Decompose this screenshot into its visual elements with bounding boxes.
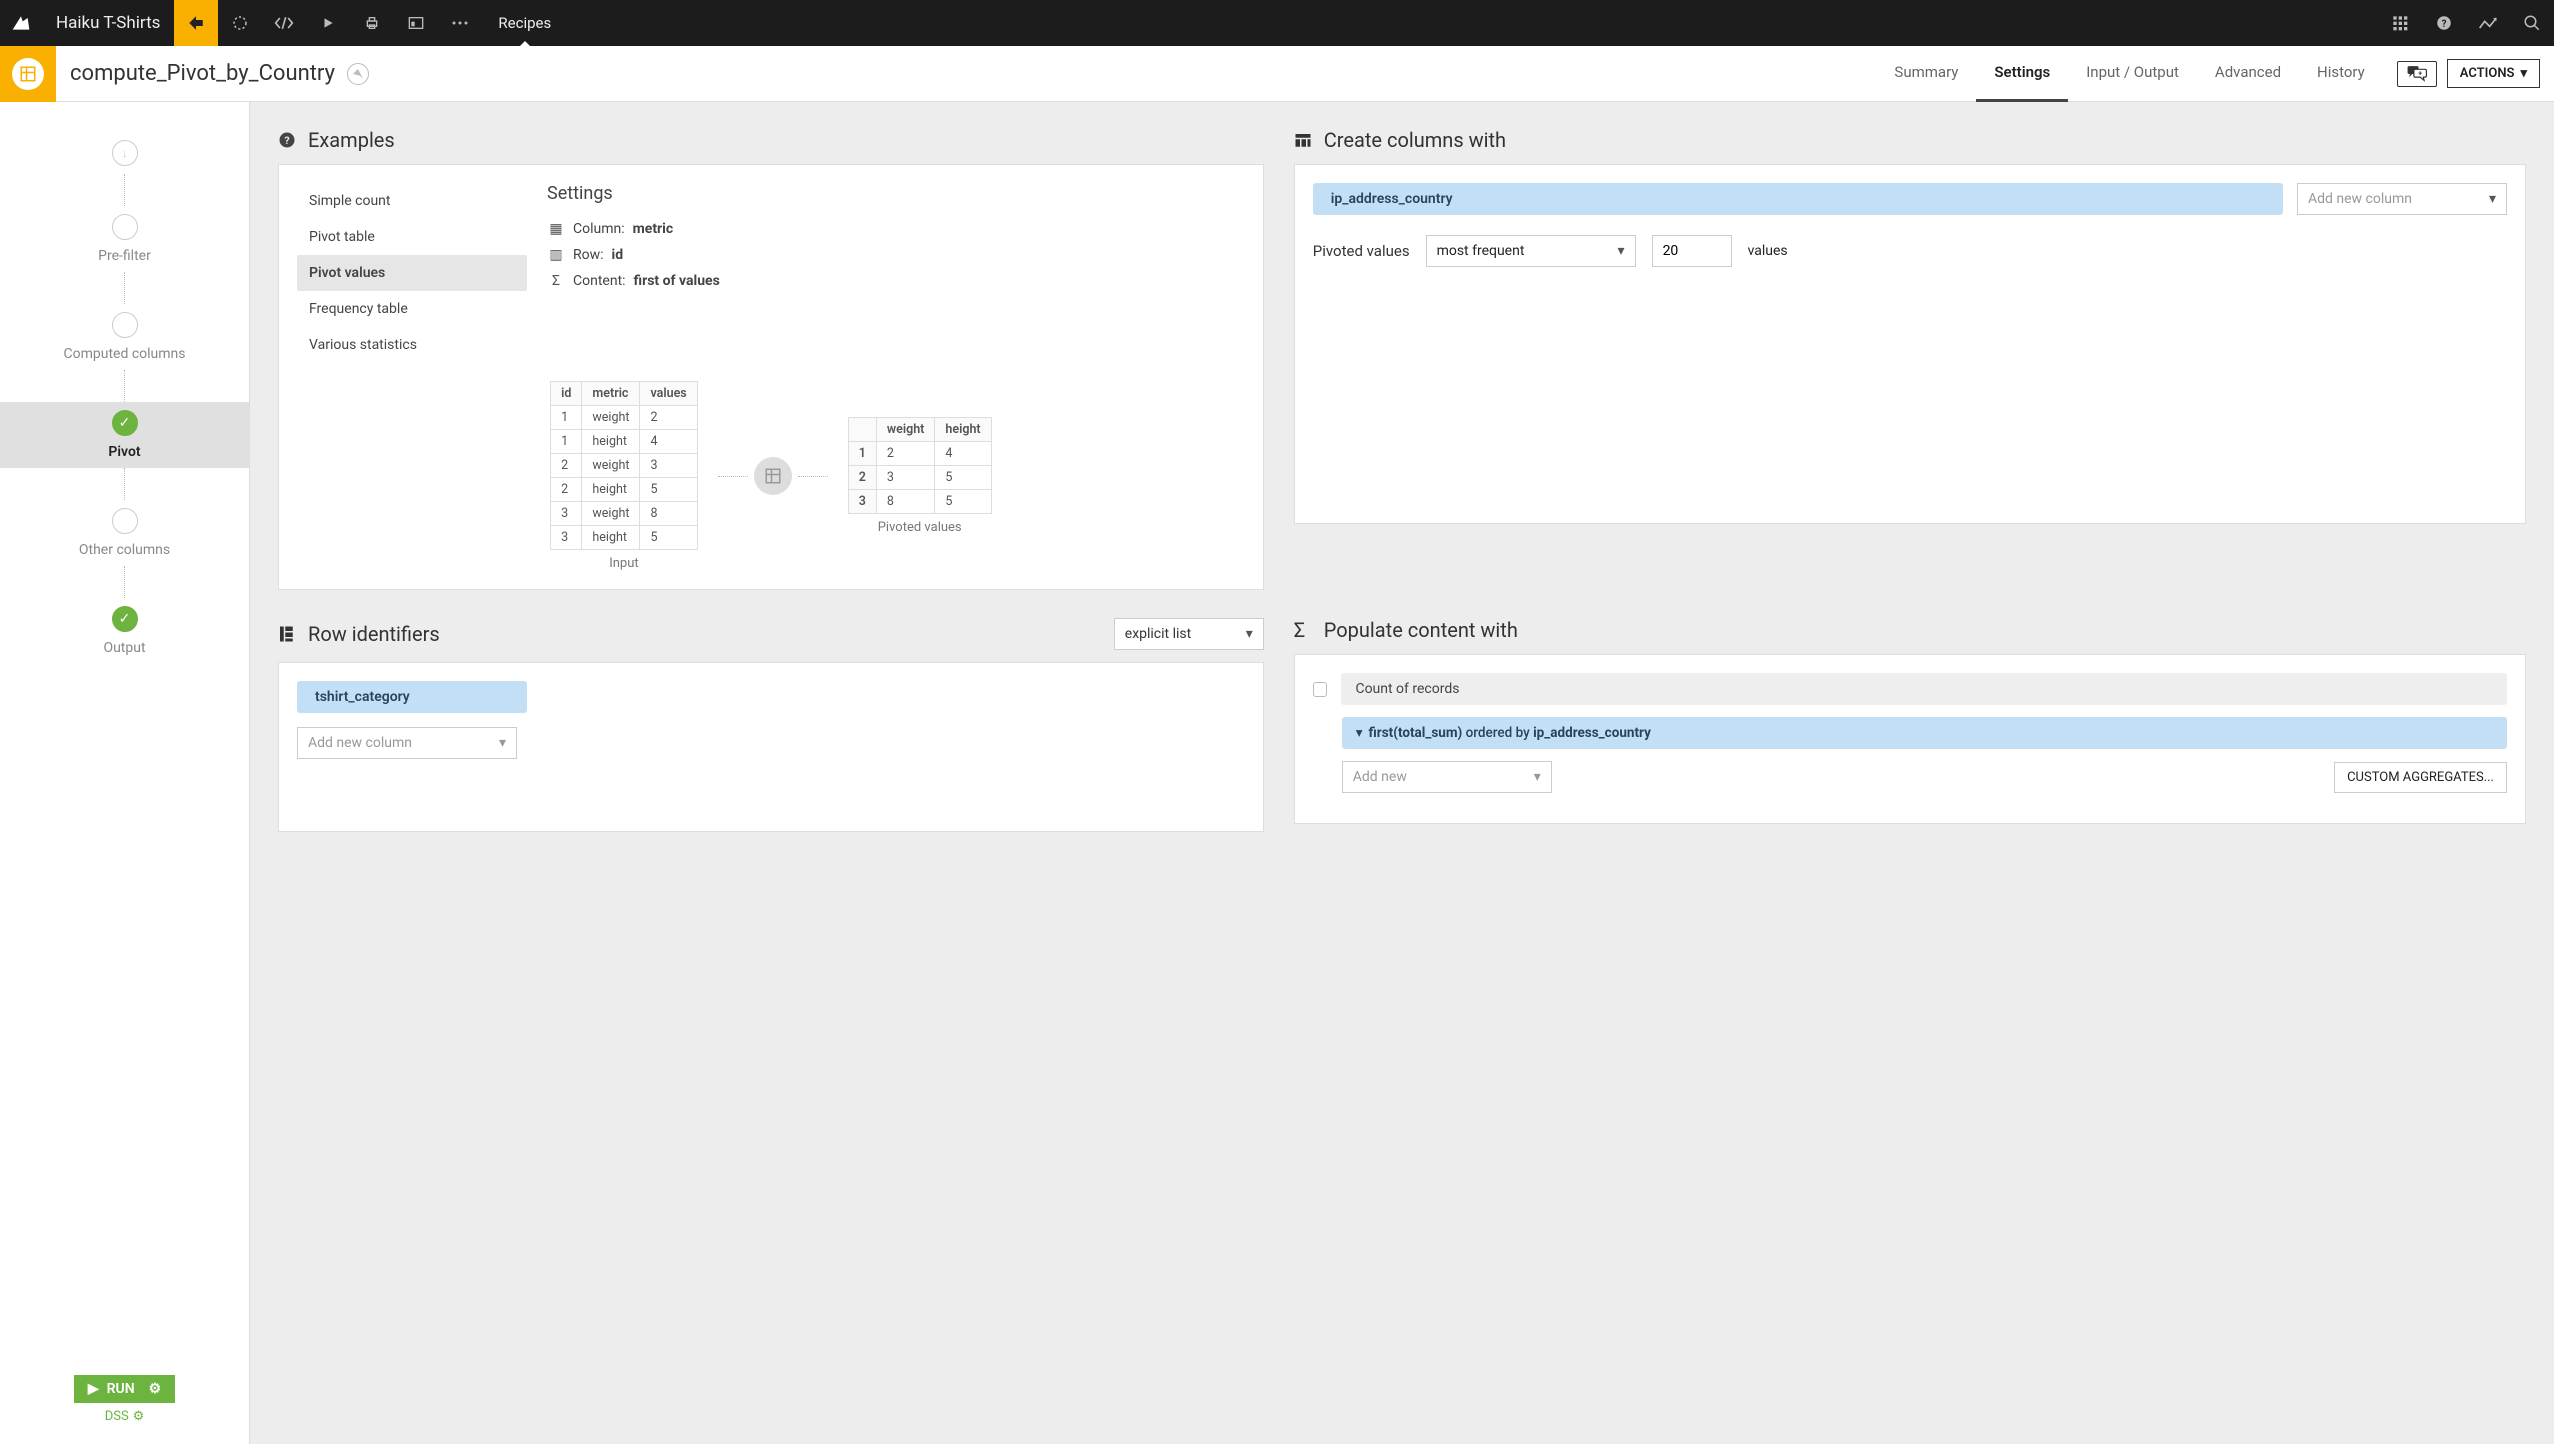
topbar: Haiku T-Shirts Recipes ?	[0, 0, 2554, 46]
count-records-pill[interactable]: Count of records	[1341, 673, 2507, 705]
svg-text:+: +	[2418, 68, 2422, 77]
example-frequency-table[interactable]: Frequency table	[297, 291, 527, 327]
pivoted-count-input[interactable]	[1652, 235, 1732, 267]
header-tabs: Summary Settings Input / Output Advanced…	[1876, 46, 2382, 102]
discussion-button[interactable]: +	[2397, 61, 2437, 87]
row-id-mode-select[interactable]: explicit list ▾	[1114, 618, 1264, 650]
row-id-add-select[interactable]: Add new column ▾	[297, 727, 517, 759]
svg-text:?: ?	[284, 134, 289, 147]
code-icon[interactable]	[262, 0, 306, 46]
rows-icon	[278, 625, 298, 643]
more-icon[interactable]	[438, 0, 482, 46]
play-icon: ▶	[88, 1381, 99, 1397]
step-other-columns[interactable]: Other columns	[0, 500, 249, 566]
pivot-column-chip[interactable]: ip_address_country	[1313, 183, 2283, 215]
populate-header: Σ Populate content with	[1294, 618, 2526, 642]
examples-list: Simple count Pivot table Pivot values Fr…	[297, 183, 527, 363]
count-records-checkbox[interactable]	[1313, 682, 1328, 697]
actions-button[interactable]: ACTIONS ▾	[2447, 59, 2540, 88]
step-pivot[interactable]: ✓ Pivot	[0, 402, 249, 468]
create-columns-section: Create columns with ip_address_country A…	[1294, 128, 2526, 590]
step-initial[interactable]: ↓	[0, 132, 249, 174]
print-icon[interactable]	[350, 0, 394, 46]
tab-io[interactable]: Input / Output	[2068, 46, 2197, 102]
step-computed-columns[interactable]: Computed columns	[0, 304, 249, 370]
populate-section: Σ Populate content with Count of records…	[1294, 618, 2526, 832]
row-identifiers-header: Row identifiers	[308, 622, 440, 646]
chevron-down-icon: ▾	[1246, 626, 1253, 642]
tab-recipes[interactable]: Recipes	[482, 0, 567, 46]
examples-header: ? Examples	[278, 128, 1264, 152]
step-prefilter[interactable]: Pre-filter	[0, 206, 249, 272]
gear-icon: ⚙	[149, 1381, 162, 1397]
svg-text:?: ?	[2442, 19, 2447, 30]
tab-settings[interactable]: Settings	[1976, 46, 2068, 102]
help-icon[interactable]: ?	[2422, 0, 2466, 46]
project-name[interactable]: Haiku T-Shirts	[42, 13, 174, 33]
dss-link[interactable]: DSS ⚙	[105, 1409, 145, 1424]
steps-sidebar: ↓ Pre-filter Computed columns ✓ Pivot Ot…	[0, 102, 250, 1444]
tab-advanced[interactable]: Advanced	[2197, 46, 2299, 102]
rows-icon: ▥	[547, 247, 565, 263]
chevron-down-icon: ▾	[2489, 191, 2496, 207]
aggregate-pill[interactable]: ▾ first(total_sum) ordered by ip_address…	[1342, 717, 2507, 749]
chevron-down-icon: ▾	[1356, 725, 1363, 741]
transform-icon	[754, 457, 792, 495]
activity-icon[interactable]	[2466, 0, 2510, 46]
datasets-icon[interactable]	[218, 0, 262, 46]
chevron-down-icon: ▾	[1618, 243, 1625, 259]
pivot-recipe-icon	[12, 58, 44, 90]
search-icon[interactable]	[2510, 0, 2554, 46]
example-pivot-table[interactable]: Pivot table	[297, 219, 527, 255]
run-button[interactable]: ▶ RUN ⚙	[74, 1375, 175, 1403]
example-pivot-values[interactable]: Pivot values	[297, 255, 527, 291]
chevron-down-icon: ▾	[1534, 769, 1541, 785]
columns-icon: ▦	[547, 221, 565, 237]
row-identifiers-section: Row identifiers explicit list ▾ tshirt_c…	[278, 618, 1264, 832]
example-simple-count[interactable]: Simple count	[297, 183, 527, 219]
add-column-select[interactable]: Add new column ▾	[2297, 183, 2507, 215]
example-diagram: idmetricvalues1weight21height42weight32h…	[297, 381, 1245, 571]
tab-summary[interactable]: Summary	[1876, 46, 1976, 102]
create-columns-header: Create columns with	[1294, 128, 2526, 152]
gears-icon: ⚙	[133, 1409, 145, 1424]
sigma-icon: Σ	[547, 273, 565, 289]
columns-icon	[1294, 132, 1314, 148]
example-output-table: weightheight124235385	[848, 417, 992, 514]
row-id-chip[interactable]: tshirt_category	[297, 681, 527, 713]
recipe-badge	[0, 46, 56, 102]
flow-icon[interactable]	[174, 0, 218, 46]
dashboard-icon[interactable]	[394, 0, 438, 46]
examples-section: ? Examples Simple count Pivot table Pivo…	[278, 128, 1264, 590]
sigma-icon: Σ	[1294, 618, 1314, 642]
pivoted-values-label: Pivoted values	[1313, 242, 1410, 260]
step-output[interactable]: ✓ Output	[0, 598, 249, 664]
: ?	[278, 131, 298, 149]
play-icon[interactable]	[306, 0, 350, 46]
apps-icon[interactable]	[2378, 0, 2422, 46]
values-suffix: values	[1748, 243, 1788, 259]
example-input-table: idmetricvalues1weight21height42weight32h…	[550, 381, 698, 550]
chevron-down-icon: ▾	[499, 735, 506, 751]
custom-aggregates-button[interactable]: CUSTOM AGGREGATES...	[2334, 762, 2507, 793]
navigate-icon[interactable]	[347, 63, 369, 85]
example-various-statistics[interactable]: Various statistics	[297, 327, 527, 363]
page-title: compute_Pivot_by_Country	[56, 61, 335, 86]
page-header: compute_Pivot_by_Country Summary Setting…	[0, 46, 2554, 102]
add-aggregate-select[interactable]: Add new ▾	[1342, 761, 1552, 793]
chevron-down-icon: ▾	[2520, 66, 2527, 81]
pivoted-mode-select[interactable]: most frequent ▾	[1426, 235, 1636, 267]
content-area: ? Examples Simple count Pivot table Pivo…	[250, 102, 2554, 1444]
tab-history[interactable]: History	[2299, 46, 2383, 102]
app-logo[interactable]	[0, 0, 42, 46]
example-settings-title: Settings	[547, 183, 1245, 204]
